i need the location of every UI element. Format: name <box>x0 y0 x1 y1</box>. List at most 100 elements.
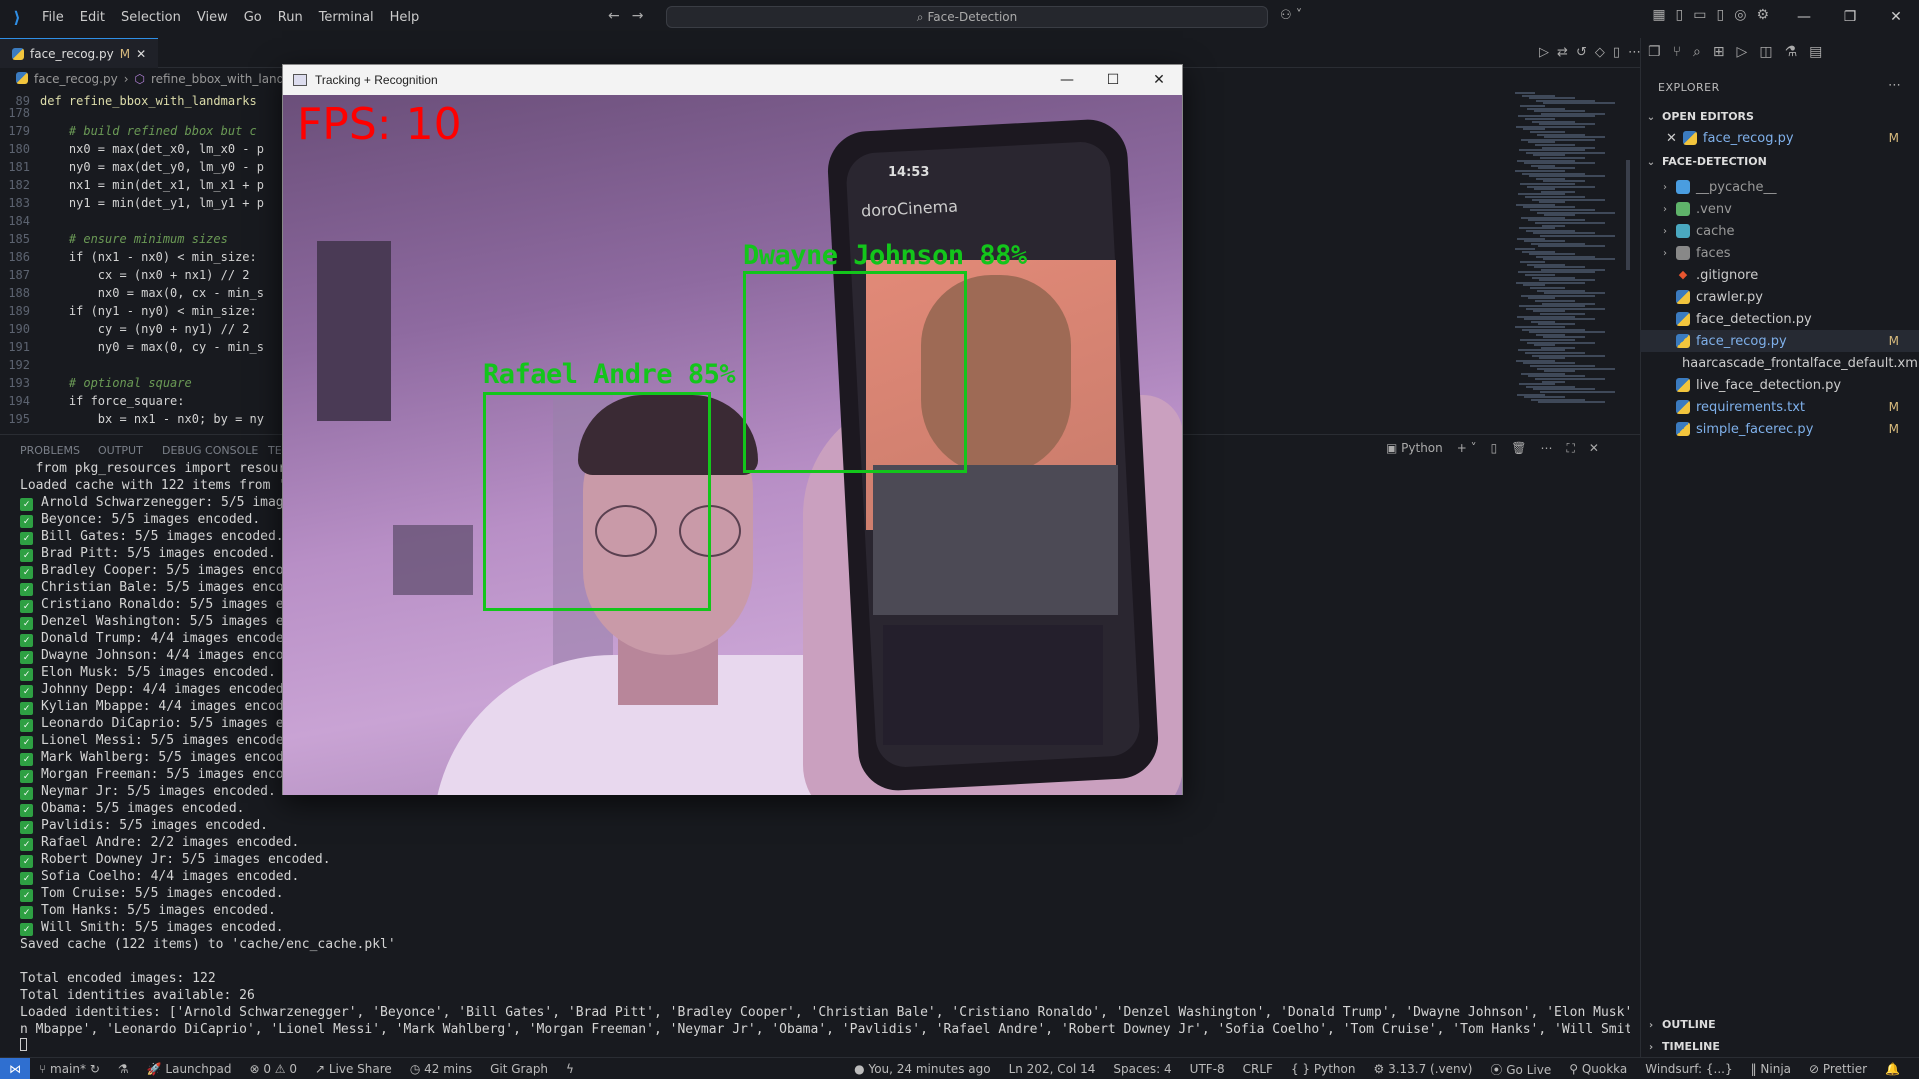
editor-scrollbar[interactable] <box>1626 160 1630 270</box>
timeline-icon[interactable]: ↺ <box>1576 45 1595 60</box>
compare-icon[interactable]: ⇄ <box>1557 45 1576 60</box>
minimize-icon[interactable]: — <box>1781 0 1827 34</box>
file-item[interactable]: haarcascade_frontalface_default.xml <box>1640 352 1919 374</box>
eol-status[interactable]: CRLF <box>1234 1062 1282 1076</box>
live-share-status[interactable]: ↗ Live Share <box>306 1062 401 1076</box>
split-terminal-icon[interactable]: ▯ <box>1491 441 1498 455</box>
breadcrumb-symbol[interactable]: refine_bbox_with_landm <box>151 72 296 86</box>
kill-terminal-icon[interactable]: 🗑 <box>1511 441 1526 455</box>
folder-item[interactable]: › faces <box>1640 242 1919 264</box>
back-arrow-icon[interactable]: ← <box>608 8 632 24</box>
code-line[interactable]: 178 <box>0 104 40 122</box>
code-line[interactable]: 195 bx = nx1 - nx0; by = ny <box>0 410 264 428</box>
file-item[interactable]: simple_facerec.py M <box>1640 418 1919 440</box>
launchpad-status[interactable]: 🚀 Launchpad <box>138 1062 241 1076</box>
prettier-status[interactable]: ⊘ Prettier <box>1800 1062 1876 1076</box>
file-item[interactable]: crawler.py <box>1640 286 1919 308</box>
explorer-icon[interactable]: ❐ <box>1648 44 1661 60</box>
split-editor-icon[interactable]: ▯ <box>1613 45 1628 60</box>
accounts-icon[interactable]: ◎ <box>1734 7 1746 23</box>
code-line[interactable]: 182 nx1 = min(det_x1, lm_x1 + p <box>0 176 264 194</box>
code-line[interactable]: 189 if (ny1 - ny0) < min_size: <box>0 302 256 320</box>
close-editor-icon[interactable]: ✕ <box>1666 131 1677 146</box>
bolt-icon[interactable]: ϟ <box>557 1062 583 1076</box>
command-center-search[interactable]: ⌕ Face-Detection <box>666 6 1268 28</box>
toggle-primary-sidebar-icon[interactable]: ▯ <box>1676 7 1684 23</box>
explorer-more-icon[interactable]: ⋯ <box>1888 78 1901 93</box>
close-panel-icon[interactable]: ✕ <box>1589 441 1599 455</box>
tab-face-recog[interactable]: face_recog.py M ✕ <box>0 38 159 68</box>
code-line[interactable]: 179 # build refined bbox but c <box>0 122 256 140</box>
problems-status[interactable]: ⊗ 0 ⚠ 0 <box>240 1062 306 1076</box>
remote-icon[interactable]: ◫ <box>1759 44 1772 60</box>
code-line[interactable]: 187 cx = (nx0 + nx1) // 2 <box>0 266 249 284</box>
ninja-status[interactable]: ‖ Ninja <box>1742 1062 1800 1076</box>
open-editors-header[interactable]: ⌄ OPEN EDITORS <box>1644 110 1754 123</box>
folder-item[interactable]: › __pycache__ <box>1640 176 1919 198</box>
code-line[interactable]: 181 ny0 = max(det_y0, lm_y0 - p <box>0 158 264 176</box>
menu-edit[interactable]: Edit <box>72 10 113 25</box>
code-line[interactable]: 186 if (nx1 - nx0) < min_size: <box>0 248 256 266</box>
cv-maximize-icon[interactable]: ☐ <box>1090 65 1136 95</box>
file-item[interactable]: face_detection.py <box>1640 308 1919 330</box>
code-line[interactable]: 190 cy = (ny0 + ny1) // 2 <box>0 320 249 338</box>
project-header[interactable]: ⌄ FACE-DETECTION <box>1644 155 1767 168</box>
time-status[interactable]: ◷ 42 mins <box>401 1062 481 1076</box>
menu-help[interactable]: Help <box>382 10 428 25</box>
interpreter-status[interactable]: ⚙ 3.13.7 (.venv) <box>1364 1062 1481 1076</box>
file-item[interactable]: ◆ .gitignore <box>1640 264 1919 286</box>
file-item[interactable]: requirements.txt M <box>1640 396 1919 418</box>
close-icon[interactable]: ✕ <box>1873 0 1919 34</box>
code-line[interactable]: 184 <box>0 212 40 230</box>
code-line[interactable]: 194 if force_square: <box>0 392 184 410</box>
git-graph-status[interactable]: Git Graph <box>481 1062 557 1076</box>
code-line[interactable]: 191 ny0 = max(0, cy - min_s <box>0 338 264 356</box>
source-control-icon[interactable]: ⑂ <box>1673 44 1681 60</box>
toggle-secondary-sidebar-icon[interactable]: ▯ <box>1717 7 1725 23</box>
code-line[interactable]: 185 # ensure minimum sizes <box>0 230 228 248</box>
quokka-status[interactable]: ⚲ Quokka <box>1560 1062 1636 1076</box>
source-icon[interactable]: ◇ <box>1595 45 1613 60</box>
indentation-status[interactable]: Spaces: 4 <box>1104 1062 1180 1076</box>
branch-status[interactable]: ⑂ main* ↻ <box>30 1062 109 1076</box>
file-item[interactable]: face_recog.py M <box>1640 330 1919 352</box>
language-status[interactable]: { } Python <box>1282 1062 1365 1076</box>
go-live-status[interactable]: ⦿ Go Live <box>1481 1061 1560 1078</box>
terminal-cursor[interactable] <box>20 1038 1630 1055</box>
code-line[interactable]: 193 # optional square <box>0 374 191 392</box>
code-line[interactable]: 192 <box>0 356 40 374</box>
menu-view[interactable]: View <box>189 10 236 25</box>
folder-item[interactable]: › cache <box>1640 220 1919 242</box>
terminal-shell-selector[interactable]: ▣ Python <box>1386 441 1443 455</box>
tracking-recognition-window[interactable]: Tracking + Recognition — ☐ ✕ 14:53 doroC… <box>282 64 1183 795</box>
menu-selection[interactable]: Selection <box>113 10 189 25</box>
search-icon[interactable]: ⌕ <box>1693 44 1701 60</box>
breadcrumb-file[interactable]: face_recog.py <box>34 72 118 86</box>
toggle-panel-icon[interactable]: ▭ <box>1693 7 1706 23</box>
open-editor-item[interactable]: ✕ face_recog.py M <box>1640 127 1919 149</box>
menu-file[interactable]: File <box>34 10 72 25</box>
new-terminal-icon[interactable]: + ˅ <box>1457 441 1477 455</box>
navigation-arrows[interactable]: ←→ <box>608 8 655 24</box>
cv-minimize-icon[interactable]: — <box>1044 65 1090 95</box>
blame-status[interactable]: ● You, 24 minutes ago <box>845 1062 999 1076</box>
run-icon[interactable]: ▷ <box>1539 45 1557 60</box>
encoding-status[interactable]: UTF-8 <box>1181 1062 1234 1076</box>
docker-icon[interactable]: ▤ <box>1809 44 1822 60</box>
run-debug-icon[interactable]: ▷ <box>1737 44 1748 60</box>
maximize-panel-icon[interactable]: ⛶ <box>1566 441 1574 456</box>
cursor-position[interactable]: Ln 202, Col 14 <box>1000 1062 1105 1076</box>
settings-gear-icon[interactable]: ⚙ <box>1756 7 1769 23</box>
remote-indicator-icon[interactable]: ⋈ <box>0 1057 30 1079</box>
copilot-icon[interactable]: ⚇ ˅ <box>1280 8 1302 23</box>
cv-close-icon[interactable]: ✕ <box>1136 65 1182 95</box>
minimap[interactable] <box>1505 92 1645 412</box>
windsurf-status[interactable]: Windsurf: {...} <box>1636 1062 1741 1076</box>
forward-arrow-icon[interactable]: → <box>632 8 656 24</box>
code-line[interactable]: 188 nx0 = max(0, cx - min_s <box>0 284 264 302</box>
cv-window-titlebar[interactable]: Tracking + Recognition — ☐ ✕ <box>283 65 1182 95</box>
timeline-header[interactable]: › TIMELINE <box>1644 1040 1720 1053</box>
close-tab-icon[interactable]: ✕ <box>136 47 146 61</box>
code-line[interactable]: 180 nx0 = max(det_x0, lm_x0 - p <box>0 140 264 158</box>
menu-run[interactable]: Run <box>270 10 311 25</box>
